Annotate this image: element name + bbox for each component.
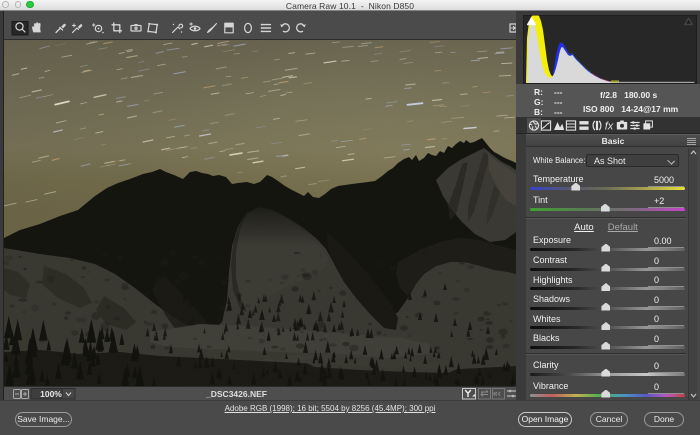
svg-text:fx: fx — [605, 121, 614, 133]
